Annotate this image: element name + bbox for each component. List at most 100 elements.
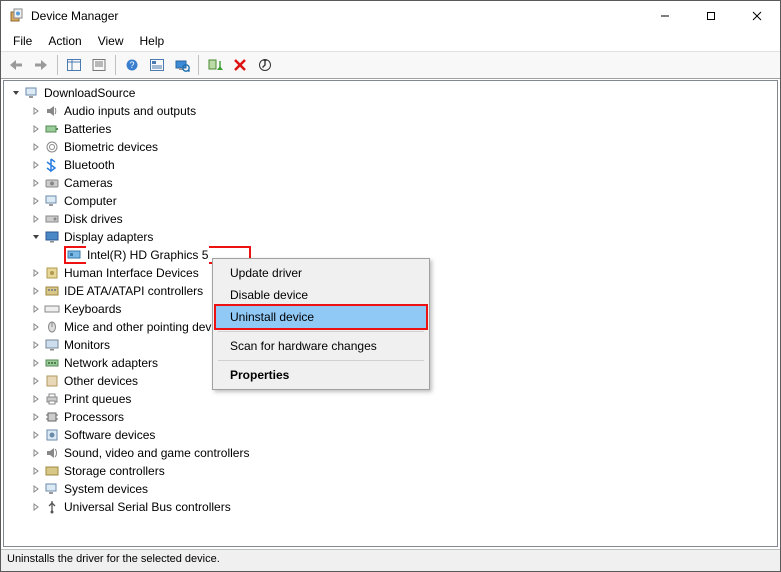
chevron-right-icon[interactable]: [28, 409, 44, 425]
chevron-right-icon[interactable]: [28, 139, 44, 155]
tree-node[interactable]: Universal Serial Bus controllers: [8, 498, 777, 516]
device-category-icon: [44, 265, 60, 281]
chevron-right-icon[interactable]: [28, 355, 44, 371]
tree-node[interactable]: Audio inputs and outputs: [8, 102, 777, 120]
enable-device-button[interactable]: [204, 54, 226, 76]
tree-node[interactable]: Cameras: [8, 174, 777, 192]
tree-node[interactable]: Software devices: [8, 426, 777, 444]
device-category-icon: [44, 463, 60, 479]
chevron-right-icon[interactable]: [28, 499, 44, 515]
svg-text:?: ?: [129, 60, 134, 70]
back-button[interactable]: [5, 54, 27, 76]
chevron-right-icon[interactable]: [28, 211, 44, 227]
chevron-right-icon[interactable]: [28, 445, 44, 461]
chevron-right-icon[interactable]: [28, 157, 44, 173]
chevron-right-icon[interactable]: [28, 337, 44, 353]
tree-node[interactable]: Display adapters: [8, 228, 777, 246]
chevron-right-icon[interactable]: [28, 319, 44, 335]
toolbar-icon[interactable]: [146, 54, 168, 76]
tree-node-label: Network adapters: [64, 354, 158, 372]
device-category-icon: [44, 481, 60, 497]
device-category-icon: [44, 319, 60, 335]
menu-view[interactable]: View: [90, 32, 132, 50]
minimize-button[interactable]: [642, 1, 688, 31]
device-category-icon: [44, 499, 60, 515]
tree-node[interactable]: Storage controllers: [8, 462, 777, 480]
tree-node[interactable]: Batteries: [8, 120, 777, 138]
chevron-right-icon[interactable]: [28, 301, 44, 317]
tree-node[interactable]: Disk drives: [8, 210, 777, 228]
tree-node-label: System devices: [64, 480, 148, 498]
maximize-button[interactable]: [688, 1, 734, 31]
tree-node-label: Processors: [64, 408, 124, 426]
toolbar: ?: [1, 51, 780, 79]
ctx-update-driver[interactable]: Update driver: [216, 262, 426, 284]
properties-button[interactable]: [88, 54, 110, 76]
chevron-right-icon[interactable]: [28, 427, 44, 443]
menu-action[interactable]: Action: [40, 32, 89, 50]
help-button[interactable]: ?: [121, 54, 143, 76]
tree-node-label: Computer: [64, 192, 117, 210]
ctx-item-label: Properties: [230, 368, 289, 382]
tree-node[interactable]: Sound, video and game controllers: [8, 444, 777, 462]
ctx-disable-device[interactable]: Disable device: [216, 284, 426, 306]
tree-node-label: Display adapters: [64, 228, 153, 246]
device-category-icon: [44, 229, 60, 245]
tree-node[interactable]: Print queues: [8, 390, 777, 408]
close-button[interactable]: [734, 1, 780, 31]
tree-node-label: IDE ATA/ATAPI controllers: [64, 282, 203, 300]
tree-node[interactable]: Biometric devices: [8, 138, 777, 156]
device-category-icon: [44, 211, 60, 227]
ctx-scan-hardware[interactable]: Scan for hardware changes: [216, 335, 426, 357]
chevron-right-icon[interactable]: [28, 373, 44, 389]
chevron-down-icon[interactable]: [28, 229, 44, 245]
forward-button[interactable]: [30, 54, 52, 76]
device-category-icon: [44, 337, 60, 353]
tree-node[interactable]: System devices: [8, 480, 777, 498]
uninstall-device-button[interactable]: [229, 54, 251, 76]
ctx-properties[interactable]: Properties: [216, 364, 426, 386]
ctx-separator: [218, 331, 424, 332]
device-category-icon: [44, 391, 60, 407]
ctx-item-label: Update driver: [230, 266, 302, 280]
chevron-right-icon[interactable]: [28, 121, 44, 137]
device-category-icon: [44, 103, 60, 119]
chevron-right-icon[interactable]: [28, 265, 44, 281]
app-icon: [9, 8, 25, 24]
device-category-icon: [44, 157, 60, 173]
chevron-down-icon[interactable]: [8, 85, 24, 101]
toolbar-separator: [57, 55, 58, 75]
tree-node-label: Audio inputs and outputs: [64, 102, 196, 120]
tree-root[interactable]: DownloadSource: [8, 84, 777, 102]
chevron-right-icon[interactable]: [28, 283, 44, 299]
chevron-right-icon[interactable]: [28, 481, 44, 497]
tree-node-label: Disk drives: [64, 210, 123, 228]
chevron-right-icon[interactable]: [28, 175, 44, 191]
device-category-icon: [44, 373, 60, 389]
chevron-right-icon[interactable]: [28, 193, 44, 209]
tree-node[interactable]: Processors: [8, 408, 777, 426]
scan-hardware-button[interactable]: [171, 54, 193, 76]
tree-node-label: Keyboards: [64, 300, 121, 318]
menu-help[interactable]: Help: [132, 32, 173, 50]
device-category-icon: [44, 121, 60, 137]
tree-node-label: Mice and other pointing devices: [64, 318, 233, 336]
tree-node-label: Print queues: [64, 390, 131, 408]
tree-node[interactable]: Computer: [8, 192, 777, 210]
ctx-uninstall-device[interactable]: Uninstall device: [216, 306, 426, 328]
update-driver-button[interactable]: [254, 54, 276, 76]
tree-node[interactable]: Bluetooth: [8, 156, 777, 174]
chevron-right-icon[interactable]: [28, 103, 44, 119]
chevron-right-icon[interactable]: [28, 391, 44, 407]
show-hide-tree-button[interactable]: [63, 54, 85, 76]
tree-node-label: Software devices: [64, 426, 155, 444]
context-menu: Update driver Disable device Uninstall d…: [212, 258, 430, 390]
device-category-icon: [44, 193, 60, 209]
tree-node-label: Universal Serial Bus controllers: [64, 498, 231, 516]
device-category-icon: [44, 301, 60, 317]
ctx-item-label: Uninstall device: [230, 310, 314, 324]
chevron-right-icon[interactable]: [28, 463, 44, 479]
menu-file[interactable]: File: [5, 32, 40, 50]
display-adapter-icon: [66, 247, 82, 263]
computer-icon: [24, 85, 40, 101]
